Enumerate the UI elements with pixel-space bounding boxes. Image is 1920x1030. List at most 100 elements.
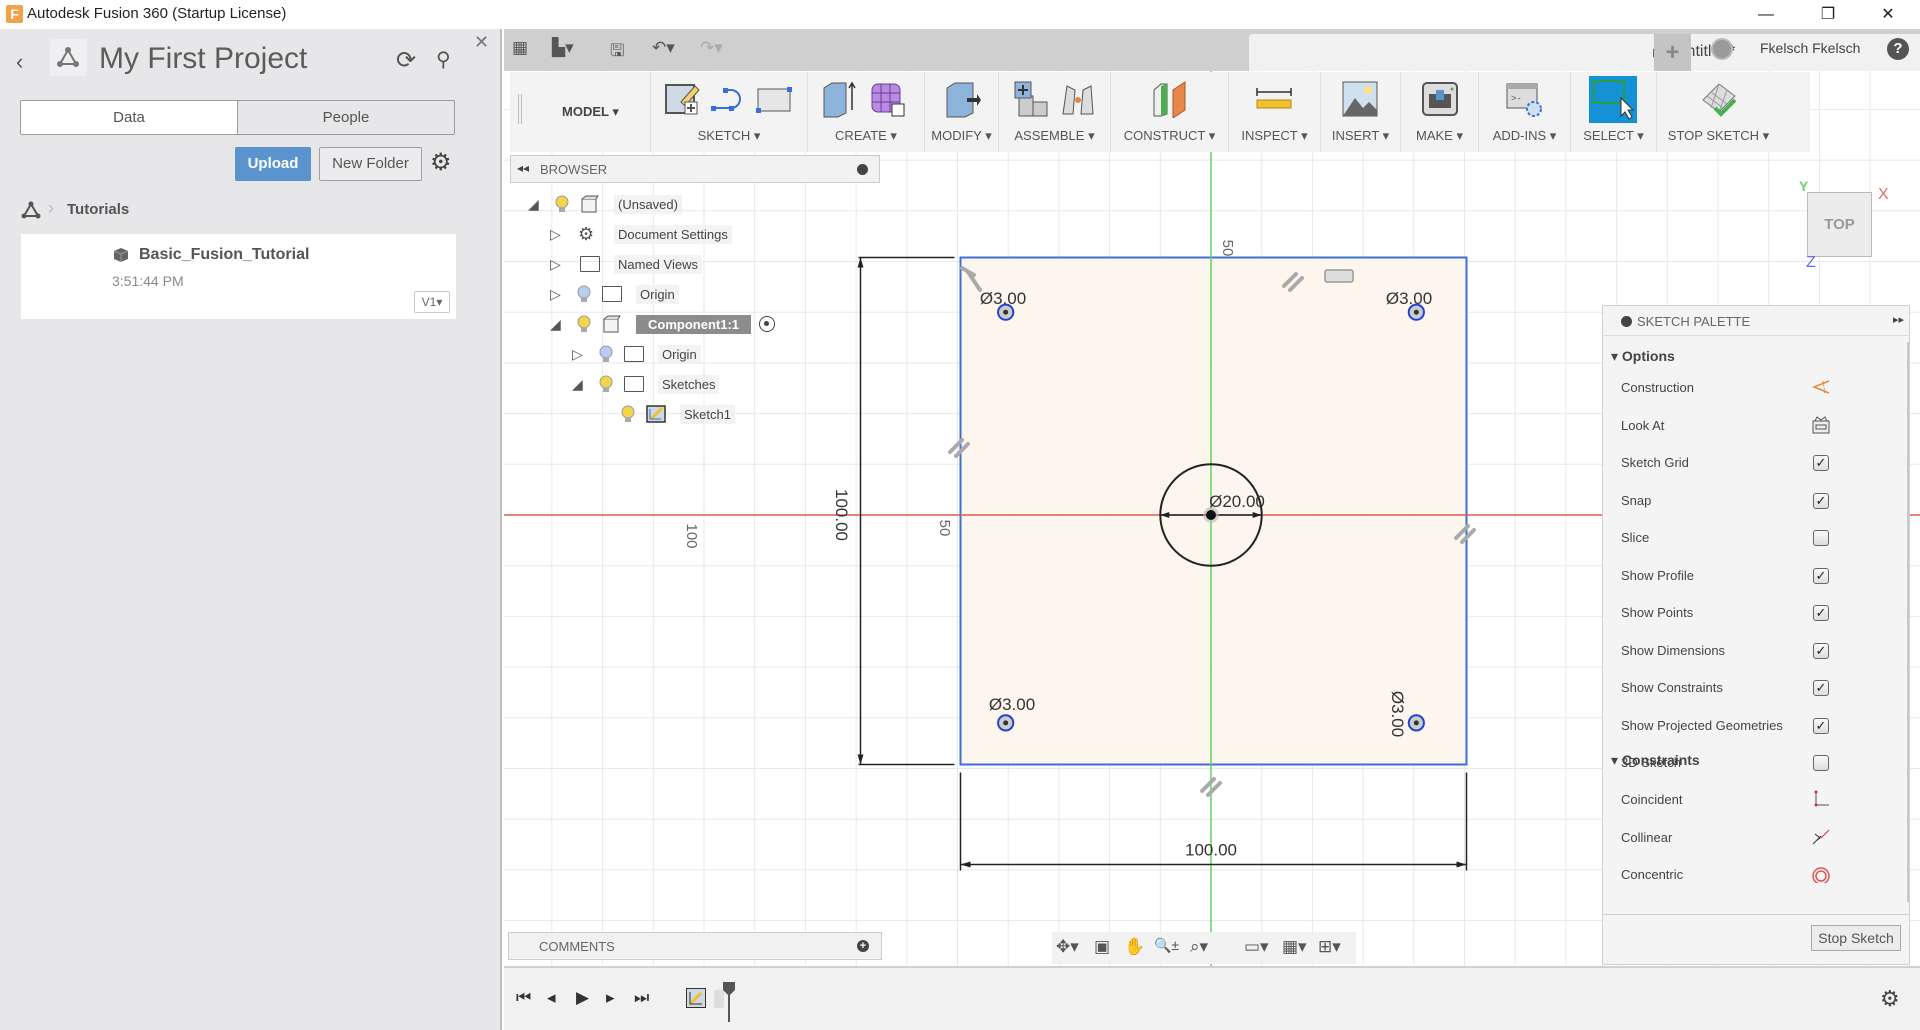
- collapse-triangle-icon[interactable]: ◢: [550, 316, 568, 333]
- stop-sketch-button[interactable]: Stop Sketch: [1811, 925, 1901, 951]
- palette-option-checkbox[interactable]: [1813, 530, 1829, 546]
- coincident-icon[interactable]: [1811, 790, 1831, 808]
- zoom-icon[interactable]: 🔍±: [1154, 937, 1179, 954]
- browser-tree-item[interactable]: ◢ Component1:1: [550, 311, 775, 337]
- palette-option-checkbox[interactable]: ✓: [1813, 717, 1829, 734]
- form-icon[interactable]: [868, 80, 906, 118]
- browser-item-label[interactable]: (Unsaved): [614, 194, 682, 214]
- assemble-menu[interactable]: ASSEMBLE ▾: [999, 128, 1110, 144]
- tab-data[interactable]: Data: [21, 101, 238, 134]
- grid-settings-icon[interactable]: ▦▾: [1282, 937, 1307, 957]
- width-dimension-label[interactable]: 100.00: [1185, 841, 1237, 860]
- help-icon[interactable]: ?: [1887, 38, 1909, 60]
- browser-item-label[interactable]: Origin: [636, 284, 679, 304]
- sketch-palette-header[interactable]: SKETCH PALETTE ▸▸: [1603, 306, 1909, 336]
- browser-item-label[interactable]: Origin: [658, 344, 701, 364]
- hole-dimension-label[interactable]: Ø3.00: [989, 695, 1035, 714]
- display-settings-icon[interactable]: ▭▾: [1244, 937, 1269, 957]
- collinear-icon[interactable]: [1811, 828, 1831, 846]
- construction-icon[interactable]: [1811, 378, 1831, 396]
- timeline-first-button[interactable]: ⏮: [516, 988, 531, 1008]
- palette-option-checkbox[interactable]: ✓: [1813, 492, 1829, 509]
- version-dropdown[interactable]: V1▾: [414, 291, 450, 313]
- select-menu[interactable]: SELECT ▾: [1571, 128, 1656, 144]
- activate-component-radio[interactable]: [759, 316, 775, 332]
- spline-icon[interactable]: [709, 80, 747, 118]
- scripts-icon[interactable]: >-: [1505, 80, 1543, 118]
- palette-option-checkbox[interactable]: [1813, 755, 1829, 771]
- expand-triangle-icon[interactable]: ▷: [550, 286, 568, 303]
- file-menu-icon[interactable]: ▙▾: [552, 38, 574, 58]
- timeline-play-button[interactable]: ▶: [576, 988, 589, 1008]
- undo-icon[interactable]: ↶▾: [652, 38, 675, 58]
- browser-tree-item[interactable]: ▷ ⚙ Document Settings: [550, 221, 732, 247]
- viewcube[interactable]: TOP: [1807, 192, 1872, 257]
- browser-tree-item[interactable]: Sketch1: [594, 401, 735, 427]
- collapse-triangle-icon[interactable]: ◢: [528, 196, 546, 213]
- press-pull-icon[interactable]: [943, 80, 981, 118]
- extrude-icon[interactable]: [820, 80, 858, 118]
- timeline-marker[interactable]: [723, 982, 735, 1022]
- options-section-header[interactable]: ▾ Options: [1611, 348, 1675, 365]
- insert-menu[interactable]: INSERT ▾: [1321, 128, 1400, 144]
- browser-tree-item[interactable]: ◢ (Unsaved): [528, 191, 682, 217]
- browser-pin-icon[interactable]: [857, 164, 868, 175]
- hole-center-point[interactable]: [1003, 309, 1009, 315]
- stop-sketch-menu[interactable]: STOP SKETCH ▾: [1657, 128, 1780, 144]
- rectangle-icon[interactable]: [755, 80, 793, 118]
- new-folder-button[interactable]: New Folder: [319, 147, 422, 181]
- construct-menu[interactable]: CONSTRUCT ▾: [1111, 128, 1228, 144]
- constraints-section-header[interactable]: ▾ Constraints: [1611, 752, 1700, 769]
- palette-scrollbar[interactable]: [1907, 342, 1909, 902]
- joint-icon[interactable]: [1059, 80, 1097, 118]
- timeline-last-button[interactable]: ⏭: [634, 988, 649, 1008]
- palette-option-checkbox[interactable]: ✓: [1813, 567, 1829, 584]
- hole-center-point[interactable]: [1003, 720, 1009, 726]
- tab-people[interactable]: People: [238, 101, 454, 134]
- palette-pin-icon[interactable]: [1621, 316, 1632, 327]
- palette-option-checkbox[interactable]: ✓: [1813, 680, 1829, 696]
- browser-item-label[interactable]: Document Settings: [614, 224, 732, 244]
- offset-plane-icon[interactable]: [1151, 80, 1189, 119]
- new-tab-button[interactable]: +: [1654, 34, 1691, 71]
- visibility-bulb-icon[interactable]: [598, 375, 614, 393]
- pan-icon[interactable]: ✋: [1124, 937, 1145, 957]
- workspace-switcher[interactable]: MODEL ▾: [562, 104, 619, 120]
- center-circle-dimension-label[interactable]: Ø20.00: [1209, 492, 1265, 511]
- hole-dimension-label[interactable]: Ø3.00: [980, 289, 1026, 308]
- close-panel-icon[interactable]: ✕: [474, 32, 489, 53]
- concentric-icon[interactable]: [1811, 865, 1831, 885]
- visibility-bulb-icon[interactable]: [598, 345, 614, 363]
- visibility-bulb-icon[interactable]: [620, 405, 636, 423]
- create-menu[interactable]: CREATE ▾: [808, 128, 924, 144]
- add-ins-menu[interactable]: ADD-INS ▾: [1479, 128, 1570, 144]
- browser-tree-item[interactable]: ▷ Named Views: [550, 251, 702, 277]
- expand-triangle-icon[interactable]: ▷: [550, 256, 568, 273]
- breadcrumb-folder[interactable]: Tutorials: [67, 201, 129, 218]
- constraint-label[interactable]: Coincident: [1621, 792, 1682, 807]
- timeline-sketch-feature-icon[interactable]: [686, 988, 706, 1008]
- insert-image-icon[interactable]: [1341, 80, 1379, 118]
- hole-dimension-label[interactable]: Ø3.00: [1388, 691, 1407, 737]
- search-icon[interactable]: ⚲: [436, 47, 451, 72]
- stop-sketch-icon[interactable]: [1699, 80, 1737, 118]
- save-icon[interactable]: 🖫: [610, 38, 624, 67]
- add-comment-icon[interactable]: +: [857, 940, 869, 952]
- orbit-icon[interactable]: ✥▾: [1056, 937, 1079, 957]
- origin-point[interactable]: [1206, 510, 1216, 520]
- timeline-next-button[interactable]: ▸: [606, 988, 615, 1008]
- modify-menu[interactable]: MODIFY ▾: [925, 128, 998, 144]
- visibility-bulb-icon[interactable]: [554, 195, 570, 213]
- palette-option-checkbox[interactable]: ✓: [1813, 642, 1829, 659]
- browser-collapse-icon[interactable]: ◂◂: [517, 161, 529, 175]
- browser-item-label[interactable]: Sketch1: [680, 404, 735, 424]
- hole-dimension-label[interactable]: Ø3.00: [1386, 289, 1432, 308]
- create-sketch-icon[interactable]: [663, 80, 701, 118]
- apps-grid-icon[interactable]: ▦: [512, 38, 528, 58]
- palette-expand-icon[interactable]: ▸▸: [1893, 313, 1904, 326]
- timeline-prev-button[interactable]: ◂: [547, 988, 556, 1008]
- constraint-label[interactable]: Collinear: [1621, 830, 1672, 845]
- comments-panel[interactable]: COMMENTS +: [508, 932, 882, 960]
- expand-triangle-icon[interactable]: ▷: [572, 346, 590, 363]
- look-at-icon[interactable]: [1811, 415, 1831, 434]
